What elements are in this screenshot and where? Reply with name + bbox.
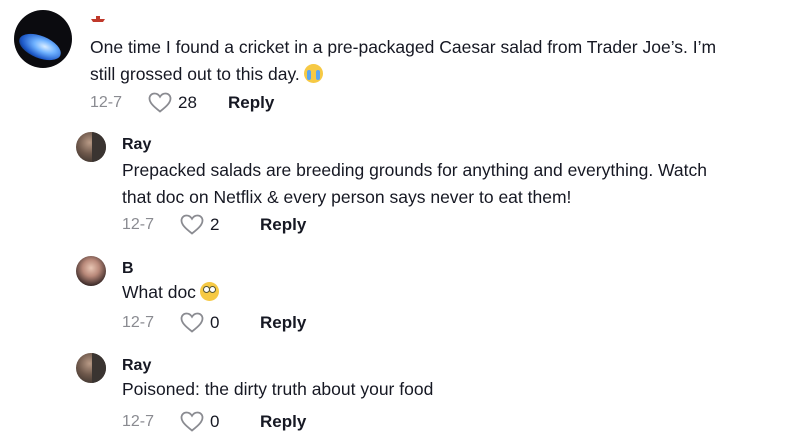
comment-3: B What doc 12-7 0 Reply xyxy=(0,250,800,340)
avatar[interactable] xyxy=(76,353,106,383)
comment-date: 12-7 xyxy=(122,215,155,233)
username[interactable]: Ray xyxy=(122,136,151,154)
comment-meta: 12-7 28 Reply xyxy=(90,92,274,113)
heart-icon xyxy=(180,214,204,235)
comment-meta: 12-7 0 Reply xyxy=(122,411,306,432)
comment-meta: 12-7 2 Reply xyxy=(122,214,306,235)
boat-icon xyxy=(91,16,105,22)
reply-button[interactable]: Reply xyxy=(260,215,306,235)
like-count: 0 xyxy=(210,312,220,332)
comment-text: Prepacked salads are breeding grounds fo… xyxy=(122,160,707,207)
comment-4: Ray Poisoned: the dirty truth about your… xyxy=(0,347,800,443)
like-button[interactable]: 2 xyxy=(180,214,230,235)
comment-date: 12-7 xyxy=(122,313,155,331)
comment-text: What doc xyxy=(122,279,219,306)
comment-date: 12-7 xyxy=(122,412,155,430)
heart-icon xyxy=(180,312,204,333)
loudly-crying-face-icon xyxy=(303,64,323,83)
comment-1: One time I found a cricket in a pre-pack… xyxy=(0,0,800,120)
comment-date: 12-7 xyxy=(90,93,123,111)
like-button[interactable]: 0 xyxy=(180,411,230,432)
username[interactable]: B xyxy=(122,260,134,278)
like-button[interactable]: 0 xyxy=(180,312,230,333)
avatar[interactable] xyxy=(76,132,106,162)
reply-button[interactable]: Reply xyxy=(228,93,274,113)
username[interactable]: Ray xyxy=(122,357,151,375)
comment-2: Ray Prepacked salads are breeding ground… xyxy=(0,125,800,235)
like-count: 0 xyxy=(210,411,220,431)
comment-meta: 12-7 0 Reply xyxy=(122,312,306,333)
comment-text: One time I found a cricket in a pre-pack… xyxy=(90,37,717,84)
avatar[interactable] xyxy=(14,10,72,68)
flame-graphic xyxy=(15,28,65,66)
like-count: 28 xyxy=(178,92,197,112)
avatar[interactable] xyxy=(76,256,106,286)
like-count: 2 xyxy=(210,214,220,234)
reply-button[interactable]: Reply xyxy=(260,313,306,333)
reply-button[interactable]: Reply xyxy=(260,412,306,432)
flushed-face-icon xyxy=(199,282,219,301)
heart-icon xyxy=(180,411,204,432)
like-button[interactable]: 28 xyxy=(148,92,198,113)
comment-text: Poisoned: the dirty truth about your foo… xyxy=(122,379,434,399)
heart-icon xyxy=(148,92,172,113)
